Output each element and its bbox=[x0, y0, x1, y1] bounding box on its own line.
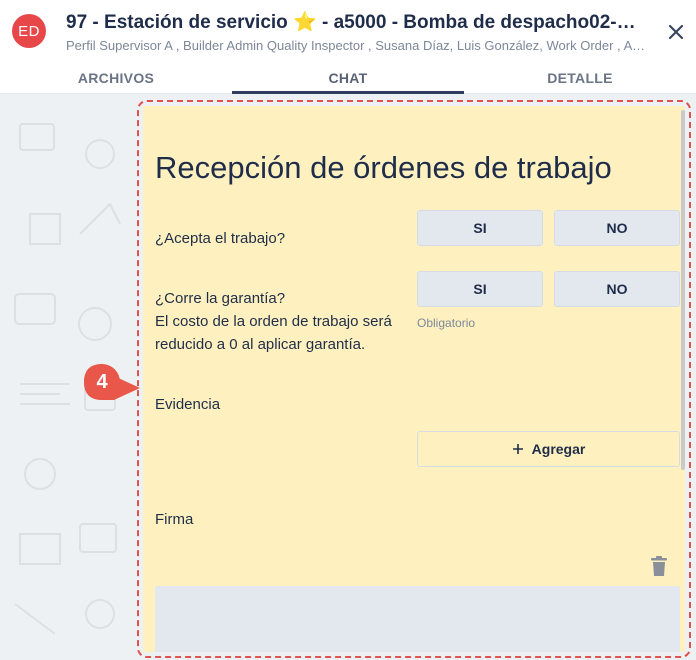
trash-icon[interactable] bbox=[649, 555, 669, 577]
warranty-note-line2: reducido a 0 al aplicar garantía. bbox=[155, 336, 366, 353]
tab-archivos[interactable]: ARCHIVOS bbox=[0, 64, 232, 93]
warranty-yes-button[interactable]: SI bbox=[417, 271, 543, 307]
required-hint: Obligatorio bbox=[417, 316, 476, 330]
tab-bar: ARCHIVOS CHAT DETALLE bbox=[0, 64, 696, 94]
tab-chat[interactable]: CHAT bbox=[232, 64, 464, 94]
scrollbar[interactable] bbox=[681, 110, 685, 470]
question-warranty-label: ¿Corre la garantía? bbox=[155, 290, 286, 307]
avatar: ED bbox=[12, 14, 46, 48]
accept-yes-button[interactable]: SI bbox=[417, 210, 543, 246]
dialog-header: ED 97 - Estación de servicio ⭐ - a5000 -… bbox=[0, 0, 696, 64]
participants-subtitle: Perfil Supervisor A , Builder Admin Qual… bbox=[66, 38, 646, 53]
step-number: 4 bbox=[96, 370, 108, 393]
plus-icon bbox=[512, 444, 523, 454]
form-card: Recepción de órdenes de trabajo ¿Acepta … bbox=[143, 106, 685, 652]
tab-detalle[interactable]: DETALLE bbox=[464, 64, 696, 93]
signature-label: Firma bbox=[155, 511, 194, 528]
warranty-note-line1: El costo de la orden de trabajo será bbox=[155, 313, 392, 330]
add-evidence-button[interactable]: Agregar bbox=[417, 431, 680, 467]
page-title: 97 - Estación de servicio ⭐ - a5000 - Bo… bbox=[66, 12, 646, 33]
add-evidence-label: Agregar bbox=[531, 441, 586, 457]
close-icon bbox=[668, 24, 684, 40]
accept-no-button[interactable]: NO bbox=[554, 210, 680, 246]
highlight-frame: Recepción de órdenes de trabajo ¿Acepta … bbox=[137, 100, 691, 658]
evidence-label: Evidencia bbox=[155, 396, 221, 413]
form-title: Recepción de órdenes de trabajo bbox=[155, 150, 612, 185]
close-button[interactable] bbox=[662, 18, 690, 46]
question-accept-label: ¿Acepta el trabajo? bbox=[155, 230, 286, 247]
warranty-no-button[interactable]: NO bbox=[554, 271, 680, 307]
signature-pad[interactable] bbox=[155, 586, 680, 652]
